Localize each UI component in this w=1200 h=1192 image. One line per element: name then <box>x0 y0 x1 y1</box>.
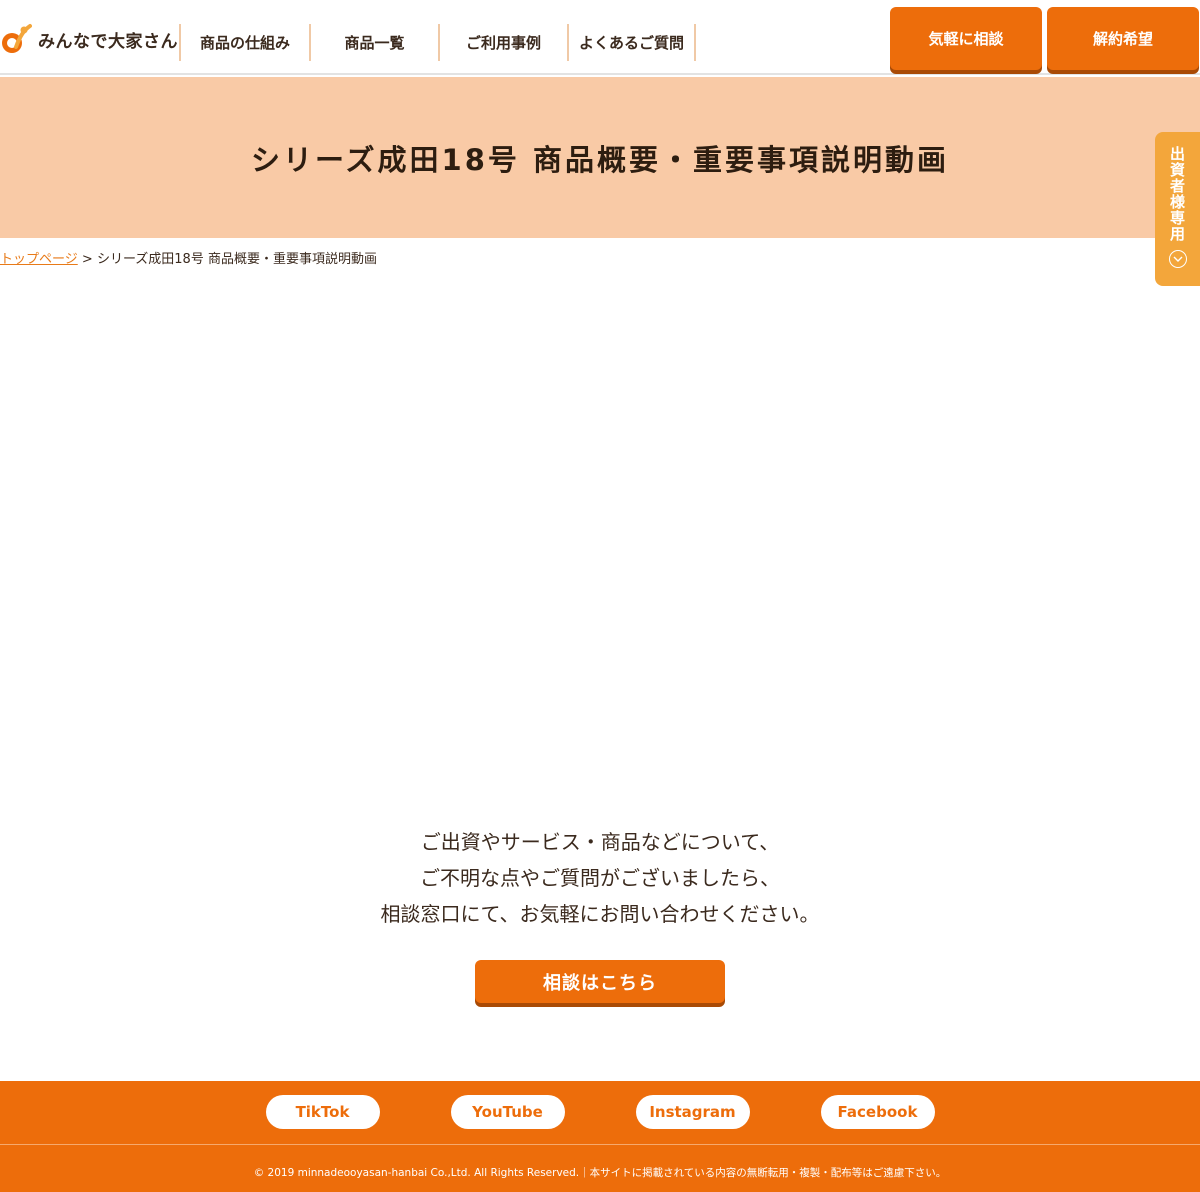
consult-button[interactable]: 気軽に相談 <box>890 7 1042 70</box>
social-links: TikTok YouTube Instagram Facebook <box>0 1095 1200 1129</box>
logo-mark-icon <box>2 24 32 53</box>
site-logo[interactable]: みんなで大家さん <box>0 22 178 56</box>
consult-here-button[interactable]: 相談はこちら <box>475 960 725 1003</box>
main-nav: 商品の仕組み 商品一覧 ご利用事例 よくあるご質問 <box>179 24 696 61</box>
contact-line: ご不明な点やご質問がございましたら、 <box>420 866 780 890</box>
cancel-request-button[interactable]: 解約希望 <box>1047 7 1199 70</box>
contact-line: ご出資やサービス・商品などについて、 <box>420 830 780 854</box>
footer-divider <box>0 1144 1200 1145</box>
contact-line: 相談窓口にて、お気軽にお問い合わせください。 <box>380 902 820 926</box>
nav-item-faq[interactable]: よくあるご質問 <box>567 24 696 61</box>
facebook-link[interactable]: Facebook <box>820 1095 935 1129</box>
copyright-text: © 2019 minnadeooyasan-hanbai Co.,Ltd. Al… <box>253 1167 947 1179</box>
page-hero: シリーズ成田18号 商品概要・重要事項説明動画 <box>0 77 1200 238</box>
chevron-down-circle-icon <box>1168 250 1187 268</box>
logo-text: みんなで大家さん <box>38 31 178 52</box>
contact-message: ご出資やサービス・商品などについて、 ご不明な点やご質問がございましたら、 相談… <box>0 824 1200 932</box>
page-title: シリーズ成田18号 商品概要・重要事項説明動画 <box>250 142 949 177</box>
breadcrumb: トップページ > シリーズ成田18号 商品概要・重要事項説明動画 <box>0 248 377 267</box>
nav-item-products[interactable]: 商品一覧 <box>309 24 438 61</box>
breadcrumb-separator: > <box>81 252 93 267</box>
tiktok-link[interactable]: TikTok <box>265 1095 380 1129</box>
breadcrumb-current: シリーズ成田18号 商品概要・重要事項説明動画 <box>96 252 377 267</box>
nav-item-mechanism[interactable]: 商品の仕組み <box>179 24 309 61</box>
site-header: みんなで大家さん 商品の仕組み 商品一覧 ご利用事例 よくあるご質問 気軽に相談… <box>0 0 1200 75</box>
investor-only-tab-label: 出資者様専用 <box>1168 146 1186 242</box>
investor-only-tab[interactable]: 出資者様専用 <box>1155 132 1200 286</box>
site-footer: TikTok YouTube Instagram Facebook © 2019… <box>0 1081 1200 1192</box>
youtube-link[interactable]: YouTube <box>450 1095 565 1129</box>
instagram-link[interactable]: Instagram <box>635 1095 750 1129</box>
breadcrumb-home-link[interactable]: トップページ <box>0 252 78 267</box>
nav-item-cases[interactable]: ご利用事例 <box>438 24 567 61</box>
